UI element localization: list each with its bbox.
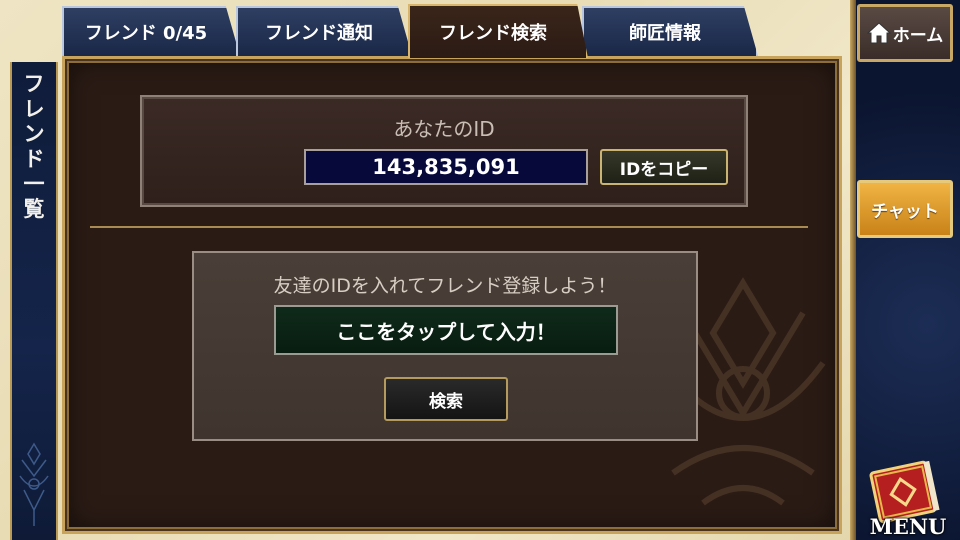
house-icon: [866, 22, 891, 44]
your-id-box: あなたのID 143,835,091 IDをコピー: [140, 95, 748, 207]
tab-friend-search[interactable]: フレンド検索: [408, 4, 588, 58]
tab-friend-list[interactable]: フレンド 0/45: [62, 6, 240, 56]
your-id-label: あなたのID: [393, 117, 495, 141]
home-button[interactable]: ホーム: [857, 4, 953, 62]
ornament-icon: [19, 442, 49, 526]
copy-id-button[interactable]: IDをコピー: [600, 149, 728, 185]
search-button[interactable]: 検索: [384, 377, 508, 421]
home-label: ホーム: [892, 25, 944, 46]
side-title: フ レ ン ド 一 覧: [12, 72, 56, 222]
friend-id-input[interactable]: ここをタップして入力！: [274, 305, 618, 355]
side-title-char: ン: [23, 122, 45, 146]
friend-search-box: 友達のIDを入れてフレンド登録しよう！ ここをタップして入力！ 検索: [192, 251, 698, 441]
tab-label: フレンド検索: [439, 23, 547, 44]
tab-friend-notifications[interactable]: フレンド通知: [236, 6, 412, 56]
section-divider: [90, 226, 808, 228]
menu-label: MENU: [869, 514, 947, 539]
tab-label: フレンド通知: [265, 23, 373, 44]
search-prompt: 友達のIDを入れてフレンド登録しよう！: [273, 275, 617, 297]
tab-label: 師匠情報: [629, 23, 701, 44]
side-title-strip: フ レ ン ド 一 覧: [10, 62, 58, 540]
side-title-char: フ: [23, 72, 45, 96]
side-title-char: 覧: [23, 197, 45, 221]
side-title-char: レ: [23, 97, 45, 121]
menu-button[interactable]: MENU: [862, 456, 954, 540]
tab-mentor-info[interactable]: 師匠情報: [582, 6, 758, 56]
tab-label: フレンド 0/45: [84, 23, 208, 44]
side-title-char: 一: [23, 172, 45, 196]
side-title-char: ド: [23, 147, 45, 171]
your-id-value: 143,835,091: [304, 149, 588, 185]
chat-button[interactable]: チャット: [857, 180, 953, 238]
